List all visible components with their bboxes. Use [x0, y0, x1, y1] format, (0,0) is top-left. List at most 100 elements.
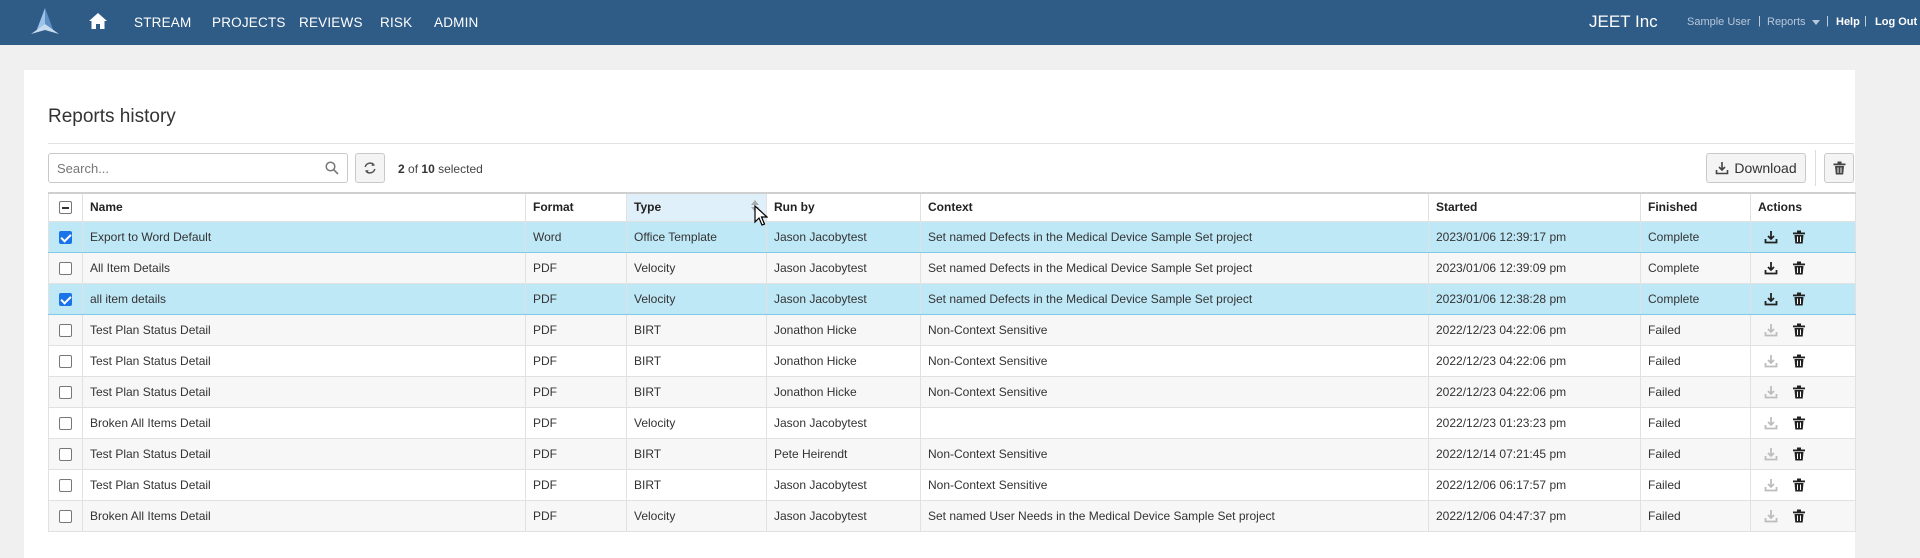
- row-checkbox[interactable]: [59, 416, 72, 430]
- column-header-type[interactable]: Type: [626, 192, 767, 222]
- cell-actions: [1750, 251, 1856, 284]
- row-trash-icon[interactable]: [1792, 447, 1806, 461]
- row-actions: [1758, 323, 1848, 337]
- cell-finished: Failed: [1640, 437, 1751, 470]
- row-checkbox[interactable]: [59, 509, 72, 523]
- row-download-icon[interactable]: [1764, 261, 1778, 275]
- home-icon[interactable]: [88, 12, 108, 30]
- row-download-icon: [1764, 385, 1778, 398]
- cell-context: Non-Context Sensitive: [920, 437, 1429, 470]
- table-row[interactable]: Test Plan Status Detail PDF BIRT Pete Heire…: [48, 437, 1856, 470]
- nav-admin[interactable]: ADMIN: [434, 15, 479, 30]
- cell-finished: Failed: [1640, 344, 1751, 377]
- row-trash-icon[interactable]: [1792, 261, 1806, 275]
- column-header-name[interactable]: Name: [82, 192, 526, 222]
- cell-name: Test Plan Status Detail: [82, 437, 526, 470]
- download-button[interactable]: Download: [1706, 153, 1806, 183]
- row-trash-icon[interactable]: [1792, 478, 1806, 492]
- user-menu[interactable]: Sample User: [1687, 16, 1751, 28]
- cell-type: Velocity: [626, 499, 767, 532]
- row-download-icon[interactable]: [1764, 292, 1778, 306]
- company-name: JEET Inc: [1589, 12, 1658, 31]
- selection-count: 2 of 10 selected: [398, 162, 483, 176]
- cell-started: 2022/12/23 04:22:06 pm: [1428, 344, 1641, 377]
- column-header-finished[interactable]: Finished: [1640, 192, 1751, 222]
- nav-risk[interactable]: RISK: [380, 15, 412, 30]
- column-header-run-by[interactable]: Run by: [766, 192, 921, 222]
- cell-format: PDF: [525, 344, 627, 377]
- selected-suffix: selected: [438, 162, 483, 176]
- cell-started: 2022/12/23 04:22:06 pm: [1428, 375, 1641, 408]
- cell-context: Set named User Needs in the Medical Devi…: [920, 499, 1429, 532]
- row-checkbox[interactable]: [59, 354, 72, 368]
- table-row[interactable]: Test Plan Status Detail PDF BIRT Jonathon H…: [48, 344, 1856, 377]
- cell-type: BIRT: [626, 375, 767, 408]
- row-trash-icon[interactable]: [1792, 292, 1806, 306]
- row-trash-icon[interactable]: [1792, 385, 1806, 399]
- row-select-cell: [48, 282, 83, 315]
- row-checkbox[interactable]: [59, 261, 72, 275]
- select-all-checkbox[interactable]: [59, 201, 72, 215]
- table-row[interactable]: All Item Details PDF Velocity Jason Jacobyt…: [48, 251, 1856, 284]
- row-checkbox[interactable]: [59, 292, 72, 306]
- row-select-cell: [48, 406, 83, 439]
- search-input[interactable]: [49, 154, 309, 182]
- cell-run-by: Jonathon Hicke: [766, 313, 921, 346]
- cell-type: Office Template: [626, 220, 767, 253]
- chevron-down-icon[interactable]: [1812, 20, 1820, 25]
- table-row[interactable]: Test Plan Status Detail PDF BIRT Jonathon H…: [48, 313, 1856, 346]
- table-row[interactable]: Broken All Items Detail PDF Velocity Jason …: [48, 499, 1856, 532]
- nav-projects[interactable]: PROJECTS: [212, 15, 286, 30]
- logout-link[interactable]: Log Out: [1875, 16, 1917, 28]
- row-checkbox[interactable]: [59, 230, 72, 244]
- nav-reviews[interactable]: REVIEWS: [299, 15, 363, 30]
- cell-type: BIRT: [626, 344, 767, 377]
- row-trash-icon[interactable]: [1792, 230, 1806, 244]
- cell-run-by: Jason Jacobytest: [766, 220, 921, 253]
- trash-icon: [1833, 161, 1845, 175]
- cell-finished: Complete: [1640, 282, 1751, 315]
- cell-context: Non-Context Sensitive: [920, 375, 1429, 408]
- table-row[interactable]: Test Plan Status Detail PDF BIRT Jason Jaco…: [48, 468, 1856, 501]
- help-link[interactable]: Help: [1836, 16, 1860, 28]
- row-checkbox[interactable]: [59, 385, 72, 399]
- row-checkbox[interactable]: [59, 323, 72, 337]
- refresh-button[interactable]: [355, 153, 385, 183]
- column-header-started[interactable]: Started: [1428, 192, 1641, 222]
- row-trash-icon[interactable]: [1792, 354, 1806, 368]
- cell-run-by: Jason Jacobytest: [766, 468, 921, 501]
- table-row[interactable]: Export to Word Default Word Office Templat…: [48, 220, 1856, 253]
- cell-name: All Item Details: [82, 251, 526, 284]
- nav-separator: |: [1864, 15, 1867, 27]
- row-checkbox[interactable]: [59, 447, 72, 461]
- row-trash-icon[interactable]: [1792, 509, 1806, 523]
- column-header-context[interactable]: Context: [920, 192, 1429, 222]
- cell-actions: [1750, 313, 1856, 346]
- cell-started: 2022/12/14 07:21:45 pm: [1428, 437, 1641, 470]
- cell-started: 2023/01/06 12:39:17 pm: [1428, 220, 1641, 253]
- search-icon[interactable]: [325, 161, 339, 175]
- row-select-cell: [48, 468, 83, 501]
- row-trash-icon[interactable]: [1792, 416, 1806, 430]
- reports-table: Name Format Type Run by Context Started …: [48, 192, 1856, 532]
- column-header-format[interactable]: Format: [525, 192, 627, 222]
- page-title: Reports history: [48, 106, 176, 127]
- cell-run-by: Jason Jacobytest: [766, 499, 921, 532]
- row-download-icon[interactable]: [1764, 230, 1778, 244]
- table-row[interactable]: Test Plan Status Detail PDF BIRT Jonathon H…: [48, 375, 1856, 408]
- row-actions: [1758, 354, 1848, 368]
- nav-stream[interactable]: STREAM: [134, 15, 191, 30]
- row-checkbox[interactable]: [59, 478, 72, 492]
- reports-menu[interactable]: Reports: [1767, 16, 1806, 28]
- cell-name: Broken All Items Detail: [82, 499, 526, 532]
- table-row[interactable]: all item details PDF Velocity Jason Jacobyt…: [48, 282, 1856, 315]
- table-row[interactable]: Broken All Items Detail PDF Velocity Jason …: [48, 406, 1856, 439]
- row-trash-icon[interactable]: [1792, 323, 1806, 337]
- toolbar-divider: [1815, 150, 1816, 186]
- select-all-cell: [48, 192, 83, 222]
- download-icon: [1716, 162, 1729, 175]
- cell-name: Test Plan Status Detail: [82, 344, 526, 377]
- delete-button[interactable]: [1824, 153, 1854, 183]
- app-logo-icon[interactable]: [28, 6, 62, 40]
- row-actions: [1758, 261, 1848, 275]
